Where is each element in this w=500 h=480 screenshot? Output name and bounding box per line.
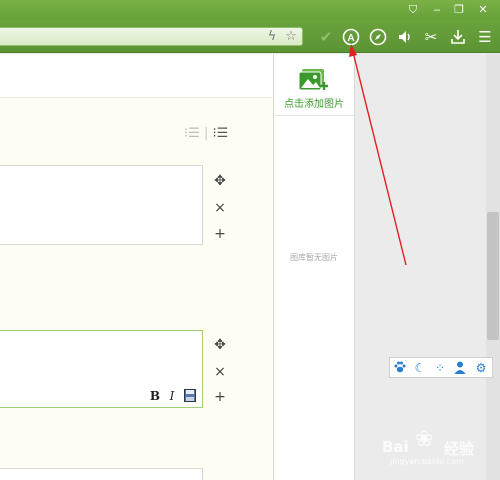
annotation-arrow xyxy=(349,44,407,266)
